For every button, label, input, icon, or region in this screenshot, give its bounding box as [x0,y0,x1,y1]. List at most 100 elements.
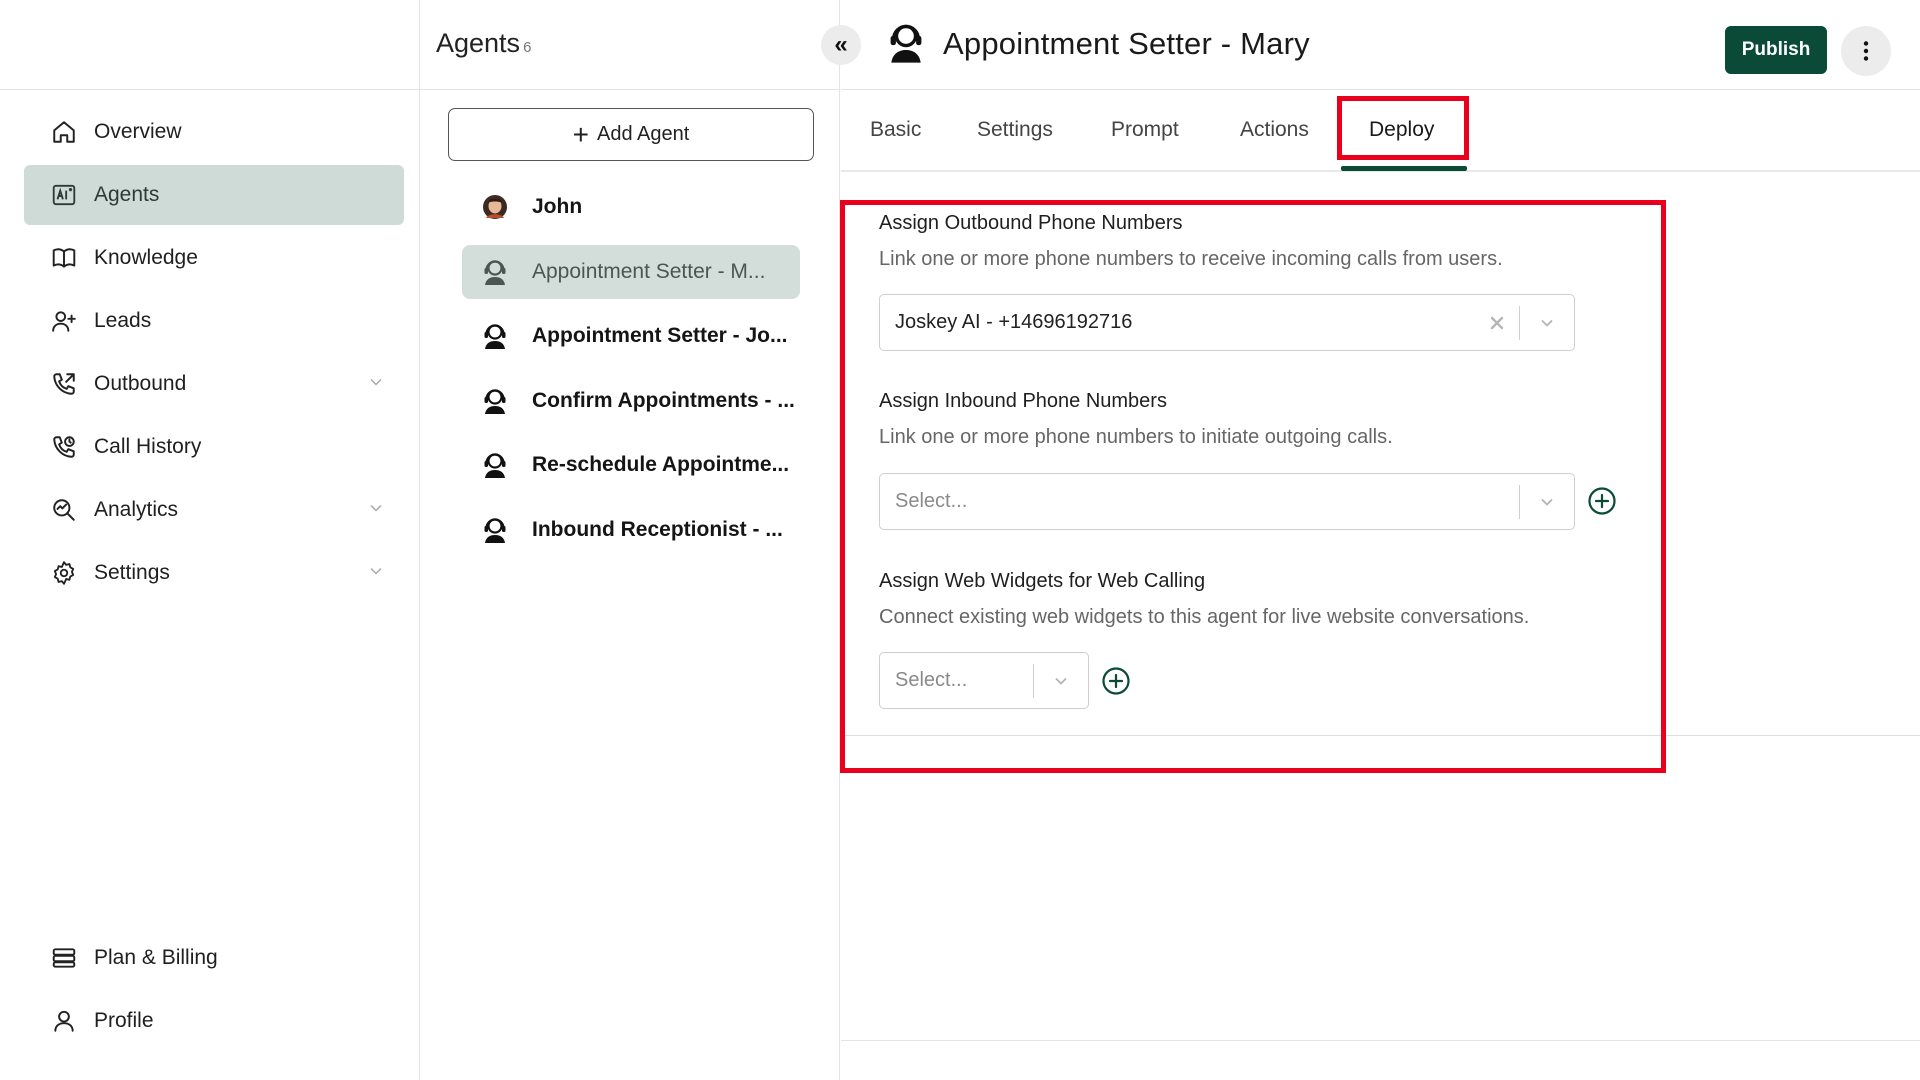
chevron-down-icon [370,504,382,512]
billing-icon [50,944,78,972]
analytics-icon [50,496,78,524]
agent-list-item[interactable]: John [462,180,800,234]
sidebar-item-call-history[interactable]: Call History [24,417,404,477]
sidebar-item-label: Outbound [94,372,187,395]
sidebar-header [0,0,419,90]
sidebar-item-label: Analytics [94,498,179,521]
plus-icon: + [572,118,590,150]
gear-icon [50,559,78,587]
book-icon [50,244,78,272]
sidebar-item-settings[interactable]: Settings [24,543,404,603]
agent-list: John Appointment Setter - M... Appointme… [462,180,800,567]
sidebar-bottom-nav: Plan & Billing Profile [24,928,404,1054]
divider [841,1040,1920,1041]
agent-name: Confirm Appointments - ... [532,388,795,412]
inbound-placeholder: Select... [895,490,968,512]
deploy-tab-highlight-box [1337,96,1469,160]
sidebar-nav: Overview Agents Knowledge Leads Outbound [24,102,404,606]
home-icon [50,118,78,146]
add-agent-button[interactable]: + Add Agent [448,108,814,161]
outbound-numbers-block: Assign Outbound Phone Numbers Link one o… [879,212,1503,271]
sidebar-item-leads[interactable]: Leads [24,291,404,351]
inbound-title: Assign Inbound Phone Numbers [879,390,1167,412]
phone-outgoing-icon [50,370,78,398]
sidebar-item-label: Overview [94,120,182,143]
agent-list-item[interactable]: Inbound Receptionist - ... [462,503,800,557]
double-chevron-left-icon: « [834,31,848,58]
phone-history-icon [50,433,78,461]
clear-icon[interactable] [1475,294,1519,351]
inbound-description: Link one or more phone numbers to initia… [879,426,1393,448]
agent-name: Re-schedule Appointme... [532,453,790,476]
user-plus-icon [50,307,78,335]
agent-name: Appointment Setter - Jo... [532,324,788,347]
agent-list-item[interactable]: Appointment Setter - M... [462,244,800,299]
agent-list-item[interactable]: Re-schedule Appointme... [462,438,800,492]
inbound-numbers-select[interactable]: Select... [879,473,1575,530]
agents-ai-icon [50,181,78,209]
chevron-down-icon [370,378,382,386]
widgets-title: Assign Web Widgets for Web Calling [879,570,1206,592]
add-inbound-number-icon[interactable] [1587,486,1617,516]
sidebar-item-label: Plan & Billing [94,946,218,969]
widgets-placeholder: Select... [895,669,968,691]
agents-panel-header: Agents 6 « [420,0,861,90]
sidebar-item-analytics[interactable]: Analytics [24,480,404,540]
chevron-down-icon[interactable] [1520,473,1574,530]
tab-prompt[interactable]: Prompt [1111,118,1179,142]
agent-name: Appointment Setter - M... [532,259,766,283]
kebab-menu-icon [1863,41,1869,61]
sidebar-item-label: Settings [94,561,170,584]
agents-title-text: Agents [436,28,521,58]
outbound-description: Link one or more phone numbers to receiv… [879,248,1503,270]
agent-name: John [532,195,583,218]
headset-agent-icon [890,24,922,63]
sidebar-item-profile[interactable]: Profile [24,991,404,1051]
main-content: Appointment Setter - Mary Publish Basic … [840,0,1920,1080]
headset-agent-icon [484,517,506,543]
sidebar-item-knowledge[interactable]: Knowledge [24,228,404,288]
chevron-down-icon[interactable] [1520,294,1574,351]
more-options-button[interactable] [1841,26,1891,76]
main-sidebar: Overview Agents Knowledge Leads Outbound [0,0,420,1080]
sidebar-item-label: Leads [94,309,152,332]
headset-agent-icon [484,388,506,414]
agent-name: Inbound Receptionist - ... [532,517,783,541]
chevron-down-icon [370,567,382,575]
agents-panel-title: Agents 6 [436,28,531,59]
add-agent-label: Add Agent [597,123,690,145]
publish-button[interactable]: Publish [1725,26,1827,74]
widgets-description: Connect existing web widgets to this age… [879,606,1530,628]
sidebar-item-overview[interactable]: Overview [24,102,404,162]
collapse-panel-button[interactable]: « [821,25,861,65]
avatar-john [483,195,507,219]
tab-actions[interactable]: Actions [1240,118,1309,142]
headset-agent-icon [484,324,506,349]
add-web-widget-icon[interactable] [1101,666,1131,696]
agent-list-item[interactable]: Appointment Setter - Jo... [462,309,800,363]
web-widgets-block: Assign Web Widgets for Web Calling Conne… [879,570,1529,629]
sidebar-item-label: Call History [94,435,202,458]
tab-basic[interactable]: Basic [870,118,921,142]
person-icon [50,1007,78,1035]
sidebar-item-plan-billing[interactable]: Plan & Billing [24,928,404,988]
agent-tabs: Basic Settings Prompt Actions Deploy [841,90,1920,172]
agent-header: Appointment Setter - Mary Publish [841,0,1920,90]
outbound-selected-value: Joskey AI - +14696192716 [895,311,1133,333]
inbound-numbers-block: Assign Inbound Phone Numbers Link one or… [879,390,1393,449]
tab-settings[interactable]: Settings [977,118,1053,142]
outbound-title: Assign Outbound Phone Numbers [879,212,1183,234]
sidebar-item-label: Knowledge [94,246,198,269]
web-widgets-select[interactable]: Select... [879,652,1089,709]
sidebar-item-agents[interactable]: Agents [24,165,404,225]
agent-list-item[interactable]: Confirm Appointments - ... [462,374,800,428]
agents-count-badge: 6 [523,39,532,56]
chevron-down-icon[interactable] [1034,652,1088,709]
sidebar-item-label: Agents [94,183,160,206]
agents-panel: Agents 6 « + Add Agent John Appointment … [420,0,861,1080]
sidebar-item-label: Profile [94,1009,154,1032]
headset-agent-icon [484,453,506,478]
sidebar-item-outbound[interactable]: Outbound [24,354,404,414]
headset-agent-icon [484,259,506,285]
outbound-numbers-select[interactable]: Joskey AI - +14696192716 [879,294,1575,351]
